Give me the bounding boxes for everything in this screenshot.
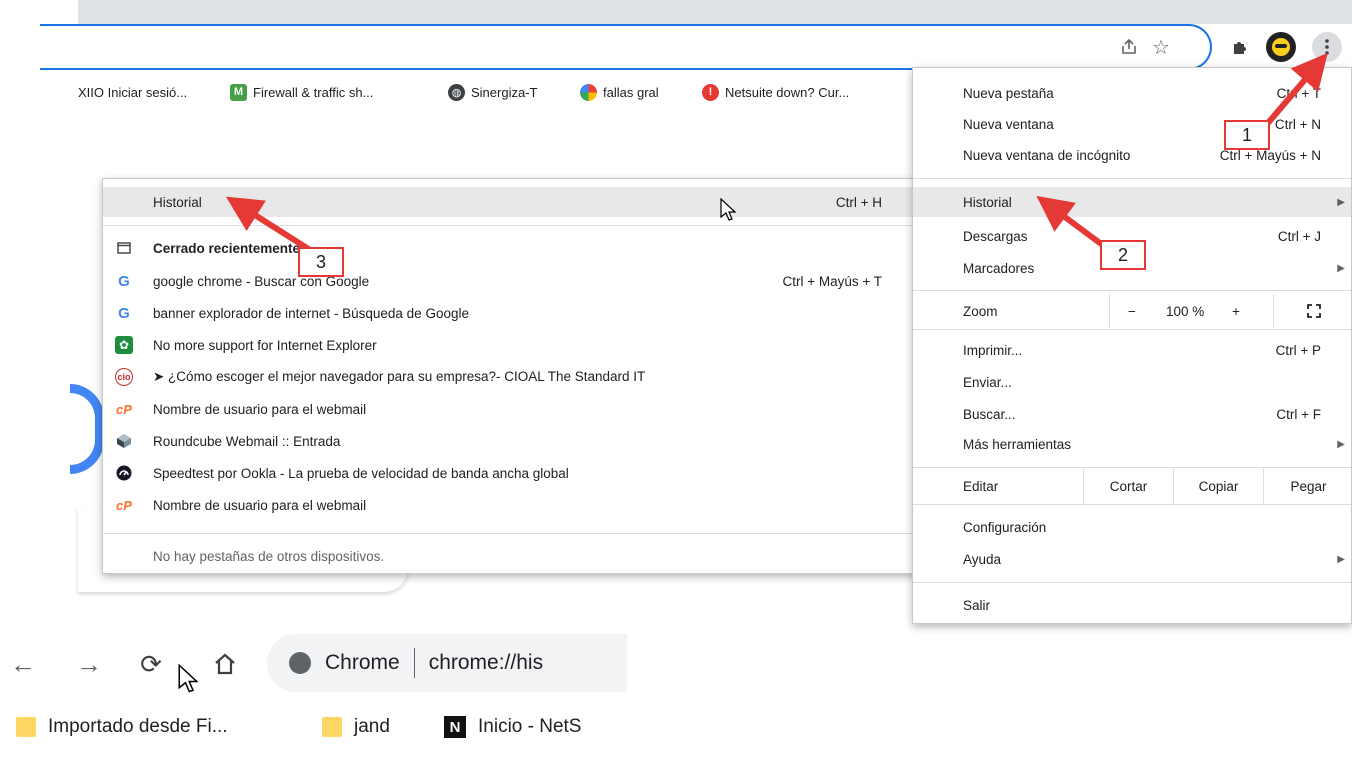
zoom-controls: − 100 % + (1109, 294, 1273, 328)
roundcube-icon (115, 432, 133, 450)
menu-item-find[interactable]: Buscar... Ctrl + F (913, 399, 1351, 429)
history-entry[interactable]: Roundcube Webmail :: Entrada (103, 426, 916, 456)
recently-closed-header: Cerrado recientemente (103, 233, 916, 263)
netsuite-n-icon: N (444, 716, 466, 738)
submenu-arrow-icon: ▶ (1337, 196, 1345, 208)
callout-1: 1 (1224, 120, 1270, 150)
menu-item-cast[interactable]: Enviar... (913, 367, 1351, 397)
folder-icon (322, 717, 342, 737)
bookmark-item[interactable]: ! Netsuite down? Cur... (702, 80, 849, 104)
menu-item-settings[interactable]: Configuración (913, 512, 1351, 542)
history-open-item[interactable]: Historial Ctrl + H (103, 187, 916, 217)
menu-zoom-row: Zoom − 100 % + (913, 294, 1351, 328)
google-icon: G (118, 304, 130, 322)
callout-3: 3 (298, 247, 344, 277)
history-entry[interactable]: cio ➤ ¿Cómo escoger el mejor navegador p… (103, 362, 916, 392)
cio-icon: cio (115, 368, 133, 386)
bookmark-item[interactable]: ◍ Sinergiza-T (448, 80, 537, 104)
separator (103, 533, 916, 534)
menu-item-history[interactable]: Historial ▶ (913, 187, 1351, 217)
separator (103, 225, 916, 226)
bookmark-star-icon[interactable]: ☆ (1148, 34, 1174, 60)
separator (913, 504, 1351, 505)
zoom-out-button[interactable]: − (1128, 304, 1136, 319)
google-icon: G (118, 272, 130, 290)
bookmark-item[interactable]: XIIO Iniciar sesió... (78, 80, 187, 104)
mouse-cursor-icon (178, 664, 198, 693)
callout-2: 2 (1100, 240, 1146, 270)
menu-item-incognito[interactable]: Nueva ventana de incógnito Ctrl + Mayús … (913, 140, 1351, 170)
history-entry[interactable]: cP Nombre de usuario para el webmail (103, 490, 916, 520)
menu-item-exit[interactable]: Salir (913, 590, 1351, 620)
submenu-arrow-icon: ▶ (1337, 553, 1345, 565)
menu-item-print[interactable]: Imprimir... Ctrl + P (913, 335, 1351, 365)
bookmark-item[interactable]: Importado desde Fi... (16, 712, 228, 742)
history-entry[interactable]: G banner explorador de internet - Búsque… (103, 298, 916, 328)
menu-item-help[interactable]: Ayuda ▶ (913, 544, 1351, 574)
cut-button[interactable]: Cortar (1083, 468, 1173, 504)
cpanel-icon: cP (116, 497, 132, 513)
m-green-icon: M (230, 83, 247, 101)
green-logo-icon: ✿ (115, 336, 133, 354)
bookmark-item[interactable]: jand (322, 712, 390, 742)
globe-icon: ◍ (448, 83, 465, 101)
menu-item-more-tools[interactable]: Más herramientas ▶ (913, 429, 1351, 459)
extensions-puzzle-icon[interactable] (1225, 32, 1255, 62)
address-bar[interactable]: ☆ (40, 24, 1212, 70)
back-arrow-icon[interactable]: ← (8, 646, 38, 682)
fullscreen-button[interactable] (1273, 294, 1352, 328)
share-icon[interactable] (1116, 34, 1142, 60)
cpanel-icon: cP (116, 401, 132, 417)
fullscreen-icon (1306, 304, 1321, 318)
separator (913, 290, 1351, 291)
submenu-arrow-icon: ▶ (1337, 438, 1345, 450)
zoom-level-value: 100 % (1166, 303, 1205, 319)
folder-icon (16, 717, 36, 737)
menu-item-new-tab[interactable]: Nueva pestaña Ctrl + T (913, 78, 1351, 108)
other-devices-note: No hay pestañas de otros dispositivos. (153, 548, 385, 564)
copy-button[interactable]: Copiar (1173, 468, 1263, 504)
separator (913, 329, 1351, 330)
profile-avatar-icon[interactable] (1266, 32, 1296, 62)
history-entry[interactable]: cP Nombre de usuario para el webmail (103, 394, 916, 424)
menu-item-new-window[interactable]: Nueva ventana Ctrl + N (913, 109, 1351, 139)
history-entry[interactable]: Speedtest por Ookla - La prueba de veloc… (103, 458, 916, 488)
separator (913, 582, 1351, 583)
address-bar-secondary[interactable]: Chrome chrome://his (267, 634, 627, 692)
red-alert-icon: ! (702, 83, 719, 101)
history-entry[interactable]: ✿ No more support for Internet Explorer (103, 330, 916, 360)
zoom-in-button[interactable]: + (1232, 304, 1240, 319)
forward-arrow-icon[interactable]: → (74, 646, 104, 682)
speedtest-icon (115, 464, 133, 482)
tab-strip (78, 0, 1352, 24)
google-sheets-icon (580, 83, 597, 101)
bookmark-item[interactable]: N Inicio - NetS (444, 712, 581, 742)
mouse-cursor-icon (720, 198, 736, 221)
separator (913, 178, 1351, 179)
background-logo-fragment (70, 384, 104, 474)
window-icon (115, 239, 133, 257)
separator (413, 648, 415, 678)
history-entry[interactable]: G google chrome - Buscar con Google Ctrl… (103, 266, 916, 296)
bookmark-item[interactable]: M Firewall & traffic sh... (230, 80, 373, 104)
submenu-arrow-icon: ▶ (1337, 262, 1345, 274)
chrome-menu-kebab-icon[interactable] (1312, 32, 1342, 62)
menu-edit-row: Editar Cortar Copiar Pegar (913, 468, 1351, 504)
bookmark-item[interactable]: fallas gral (580, 80, 659, 104)
chrome-main-menu: Nueva pestaña Ctrl + T Nueva ventana Ctr… (912, 67, 1352, 624)
bookmarks-bar: XIIO Iniciar sesió... M Firewall & traff… (78, 76, 913, 108)
reload-icon[interactable]: ⟳ (136, 646, 166, 682)
history-submenu: Historial Ctrl + H Cerrado recientemente… (102, 178, 917, 574)
paste-button[interactable]: Pegar (1263, 468, 1352, 504)
chrome-logo-icon (289, 652, 311, 674)
home-icon[interactable] (210, 646, 240, 682)
